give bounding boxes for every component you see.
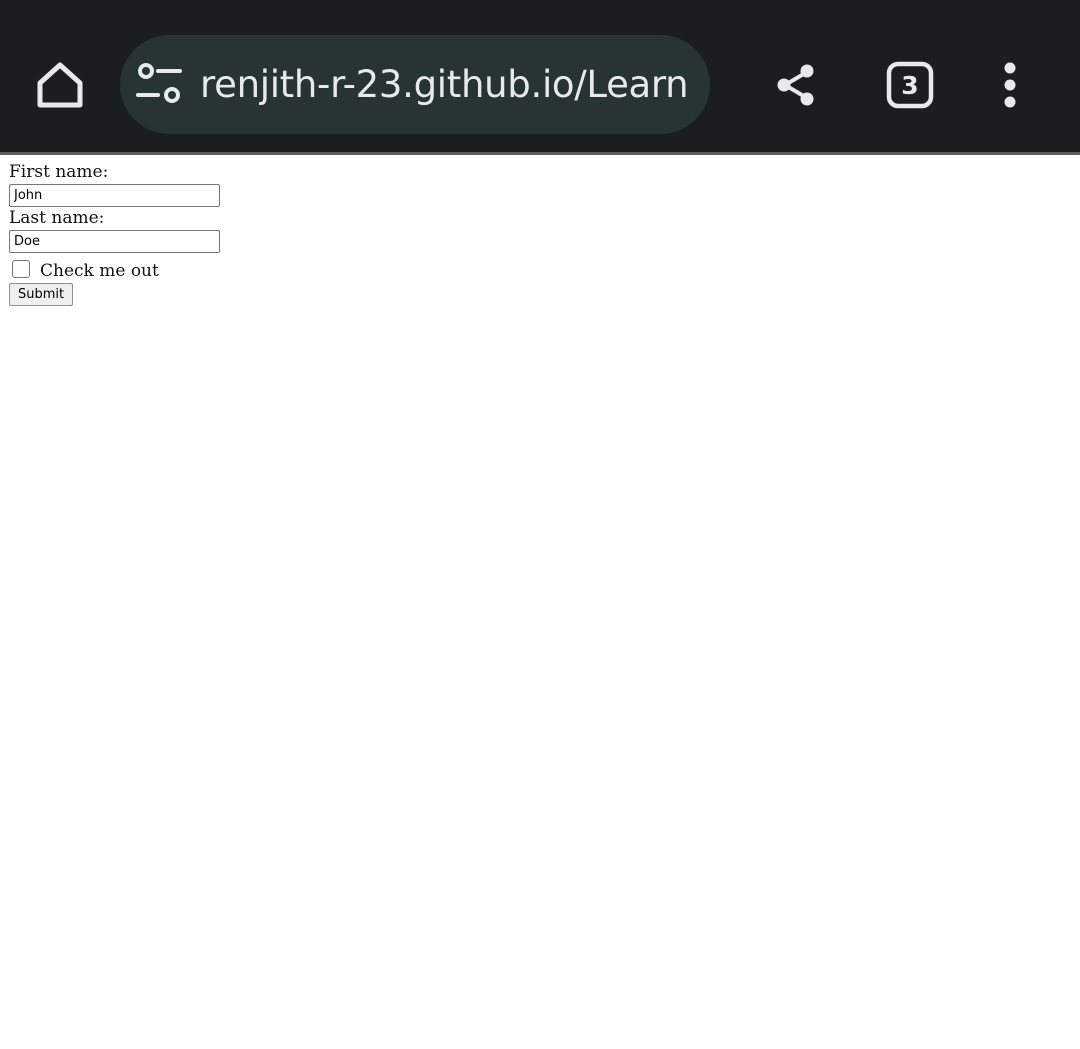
first-name-input[interactable] [9,184,220,207]
tab-switcher-button[interactable]: 3 [870,45,950,125]
check-me-out-row: Check me out [9,255,409,283]
more-vert-icon [1004,62,1016,108]
address-bar[interactable]: renjith-r-23.github.io/Learn [120,35,710,134]
tab-switcher-icon: 3 [886,61,934,109]
home-icon [37,62,83,108]
name-form: First name: Last name: Check me out Subm… [9,161,409,306]
first-name-label: First name: [9,162,109,182]
home-button[interactable] [20,45,100,125]
submit-button[interactable]: Submit [9,283,74,306]
browser-toolbar: renjith-r-23.github.io/Learn 3 [0,0,1080,155]
check-me-out-checkbox[interactable] [12,260,30,278]
last-name-label: Last name: [9,208,105,228]
tab-count: 3 [901,71,918,100]
tune-icon[interactable] [134,61,184,107]
share-button[interactable] [756,45,836,125]
share-icon [777,64,814,106]
check-me-out-label[interactable]: Check me out [40,257,159,281]
more-menu-button[interactable] [980,45,1040,125]
last-name-input[interactable] [9,230,220,253]
url-text[interactable]: renjith-r-23.github.io/Learn [200,61,705,109]
